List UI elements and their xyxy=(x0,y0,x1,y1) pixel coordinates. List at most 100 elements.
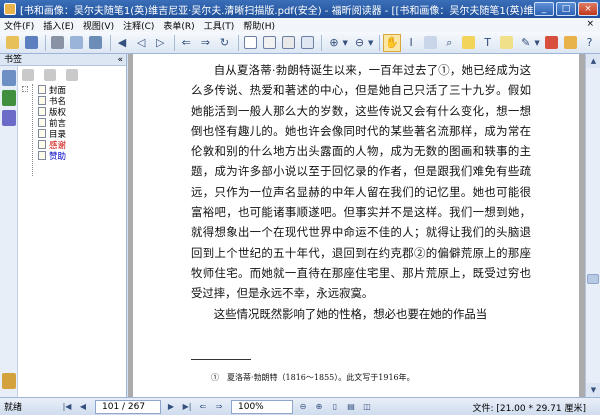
menu-file[interactable]: 文件(F) xyxy=(4,19,34,32)
bookmark-item-sponsor[interactable]: 赞助 xyxy=(38,150,66,162)
toolbar: ◀ ◁ ▷ ⇐ ⇒ ↻ ⊕ ▼ ⊖ ▼ ✋ Ⅰ ⌕ T ✎ ▼ ? xyxy=(0,32,600,54)
window-title: [书和画像：吴尔夫随笔1(英)维吉尼亚·吴尔夫.清晰扫描版.pdf(安全) - … xyxy=(20,5,540,17)
forward-icon[interactable]: ⇒ xyxy=(197,34,214,52)
maximize-button[interactable]: □ xyxy=(556,2,576,16)
first-page-icon[interactable]: ◀ xyxy=(113,34,130,52)
select-text-icon[interactable]: Ⅰ xyxy=(403,34,420,52)
back-icon[interactable]: ⇐ xyxy=(178,34,195,52)
rotate-icon[interactable]: ↻ xyxy=(216,34,233,52)
status-bar: 就绪 |◀ ◀ 101 / 267 ▶ ▶| ⇐ ⇒ 100% ⊖ ⊕ ▯ ▤ … xyxy=(0,397,600,415)
save-icon[interactable] xyxy=(23,34,40,52)
page-icon xyxy=(38,129,46,138)
forward-icon[interactable]: ⇒ xyxy=(212,400,226,414)
single-page-view-icon[interactable]: ▯ xyxy=(328,400,342,414)
menu-insert[interactable]: 插入(E) xyxy=(43,19,74,32)
toolbar-separator xyxy=(173,34,175,51)
find-icon[interactable]: ⌕ xyxy=(441,34,458,52)
pencil-dropdown-icon[interactable]: ▼ xyxy=(534,39,539,47)
prev-page-icon[interactable]: ◀ xyxy=(76,400,90,414)
title-bar: [书和画像：吴尔夫随笔1(英)维吉尼亚·吴尔夫.清晰扫描版.pdf(安全) - … xyxy=(0,0,600,18)
page-icon xyxy=(38,96,46,105)
status-ready: 就绪 xyxy=(4,403,23,413)
bookmark-panel-header: 书签 « xyxy=(0,54,126,66)
hand-tool-icon[interactable]: ✋ xyxy=(383,33,401,52)
single-page-icon[interactable] xyxy=(242,34,259,52)
zoom-out-dropdown-icon[interactable]: ▼ xyxy=(368,39,373,47)
continuous-view-icon[interactable]: ▤ xyxy=(344,400,358,414)
page-number-field[interactable]: 101 / 267 xyxy=(95,399,161,414)
zoom-in-icon[interactable]: ⊕ xyxy=(325,34,342,52)
next-page-icon[interactable]: ▷ xyxy=(152,34,169,52)
footnote: ① 夏洛蒂·勃朗特（1816～1855）。此文写于1916年。 xyxy=(211,373,415,382)
collapse-panel-button[interactable]: « xyxy=(117,54,123,66)
vertical-scrollbar[interactable]: ▲ ▼ xyxy=(585,54,600,397)
close-button[interactable]: × xyxy=(578,2,598,16)
attachments-tab-icon[interactable] xyxy=(2,373,16,389)
footnote-divider xyxy=(191,359,251,360)
window-controls: _ □ × xyxy=(534,2,598,16)
menu-help[interactable]: 帮助(H) xyxy=(243,19,275,32)
email-icon[interactable] xyxy=(68,34,85,52)
scroll-down-icon[interactable]: ▼ xyxy=(586,383,600,397)
menu-comment[interactable]: 注释(C) xyxy=(123,19,154,32)
tree-line xyxy=(32,84,33,176)
zoom-in-dropdown-icon[interactable]: ▼ xyxy=(343,39,348,47)
page-icon xyxy=(38,140,46,149)
scan-icon[interactable] xyxy=(87,34,104,52)
typewriter-icon[interactable]: T xyxy=(479,34,496,52)
bookmark-add-icon[interactable] xyxy=(562,34,579,52)
last-page-icon[interactable]: ▶| xyxy=(180,400,194,414)
paragraph: 自从夏洛蒂·勃朗特诞生以来，一百年过去了①，她已经成为这么多传说、热爱和著述的中… xyxy=(191,63,531,301)
tree-root-icon[interactable] xyxy=(22,86,28,92)
pencil-icon[interactable]: ✎ xyxy=(517,34,534,52)
bookmarks-tab-icon[interactable] xyxy=(2,70,16,86)
scroll-up-icon[interactable]: ▲ xyxy=(586,54,600,68)
toolbar-separator xyxy=(45,34,47,51)
bookmark-item-copyright[interactable]: 版权 xyxy=(38,106,66,118)
facing-icon[interactable] xyxy=(280,34,297,52)
bookmark-tree: 封面 书名 版权 前言 目录 感谢 赞助 xyxy=(22,84,66,176)
note-icon[interactable] xyxy=(460,34,477,52)
print-icon[interactable] xyxy=(49,34,66,52)
bookmark-panel-title: 书签 xyxy=(4,55,23,65)
minimize-button[interactable]: _ xyxy=(534,2,554,16)
panel-tabs xyxy=(0,66,18,397)
document-viewport[interactable]: 自从夏洛蒂·勃朗特诞生以来，一百年过去了①，她已经成为这么多传说、热爱和著述的中… xyxy=(128,54,585,397)
page-icon xyxy=(38,151,46,160)
zoom-out-icon[interactable]: ⊖ xyxy=(351,34,368,52)
page-icon xyxy=(38,118,46,127)
menu-tools[interactable]: 工具(T) xyxy=(204,19,235,32)
bookmark-item-thanks[interactable]: 感谢 xyxy=(38,139,66,151)
bookmark-item-contents[interactable]: 目录 xyxy=(38,128,66,140)
back-icon[interactable]: ⇐ xyxy=(196,400,210,414)
menu-view[interactable]: 视图(V) xyxy=(83,19,114,32)
facing-view-icon[interactable]: ◫ xyxy=(360,400,374,414)
new-bookmark-icon[interactable] xyxy=(66,69,78,81)
bookmark-item-cover[interactable]: 封面 xyxy=(38,84,66,96)
highlight-icon[interactable] xyxy=(498,34,515,52)
toolbar-separator xyxy=(379,34,381,51)
zoom-in-icon[interactable]: ⊕ xyxy=(312,400,326,414)
snapshot-icon[interactable] xyxy=(422,34,439,52)
bookmark-item-preface[interactable]: 前言 xyxy=(38,117,66,129)
open-icon[interactable] xyxy=(4,34,21,52)
layers-tab-icon[interactable] xyxy=(2,110,16,126)
pages-tab-icon[interactable] xyxy=(2,90,16,106)
fit-page-icon[interactable] xyxy=(299,34,316,52)
document-close-button[interactable]: × xyxy=(586,19,594,29)
next-page-icon[interactable]: ▶ xyxy=(164,400,178,414)
expand-bookmark-icon[interactable] xyxy=(22,69,34,81)
scroll-thumb[interactable] xyxy=(587,274,599,284)
page-icon xyxy=(38,85,46,94)
prev-page-icon[interactable]: ◁ xyxy=(133,34,150,52)
first-page-icon[interactable]: |◀ xyxy=(60,400,74,414)
zoom-out-icon[interactable]: ⊖ xyxy=(296,400,310,414)
bookmark-item-title[interactable]: 书名 xyxy=(38,95,66,107)
stamp-icon[interactable] xyxy=(543,34,560,52)
zoom-field[interactable]: 100% xyxy=(231,399,293,414)
bookmark-tools xyxy=(22,69,78,81)
help-icon[interactable]: ? xyxy=(581,34,598,52)
delete-bookmark-icon[interactable] xyxy=(44,69,56,81)
continuous-icon[interactable] xyxy=(261,34,278,52)
menu-form[interactable]: 表单(R) xyxy=(163,19,194,32)
